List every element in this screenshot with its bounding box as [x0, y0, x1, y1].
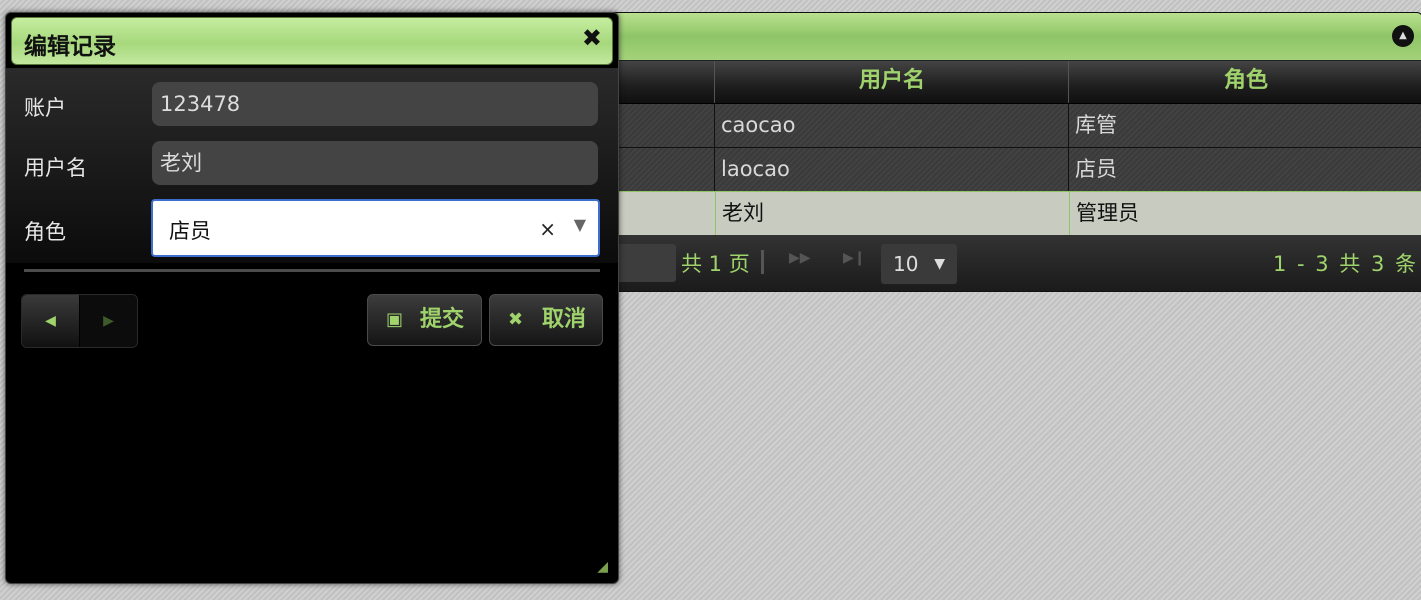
- role-select-value: 店员: [169, 219, 211, 243]
- save-icon: ▣: [386, 309, 404, 330]
- cell-username: laocao: [714, 148, 1068, 191]
- role-select[interactable]: 店员 × ▼: [151, 199, 600, 257]
- dialog-title: 编辑记录: [24, 34, 116, 60]
- cell-role: 店员: [1068, 148, 1421, 191]
- dialog-titlebar[interactable]: 编辑记录 ✖: [11, 17, 613, 65]
- role-label: 角色: [24, 220, 66, 244]
- chevron-down-icon: ▼: [934, 256, 945, 272]
- chevron-down-icon[interactable]: ▼: [574, 215, 586, 234]
- cancel-button[interactable]: ✖ 取消: [489, 294, 603, 346]
- submit-label: 提交: [420, 307, 465, 332]
- account-field[interactable]: 123478: [152, 82, 598, 126]
- cell-role: 库管: [1068, 104, 1421, 147]
- close-icon[interactable]: ✖: [582, 24, 602, 52]
- divider: [24, 269, 600, 272]
- clear-icon[interactable]: ×: [539, 217, 556, 241]
- last-page-icon[interactable]: ▶❙: [843, 250, 866, 266]
- next-record-button[interactable]: ▶: [80, 295, 137, 347]
- cell-role: 管理员: [1069, 192, 1421, 235]
- cell-username: 老刘: [715, 192, 1069, 235]
- edit-record-dialog: 编辑记录 ✖ 账户 123478 用户名 老刘 角色 店员 × ▼ ◀ ▶ ▣ …: [5, 12, 619, 584]
- account-label: 账户: [24, 96, 66, 120]
- rows-per-page-select[interactable]: 10 ▼: [881, 244, 957, 284]
- next-page-icon[interactable]: ▶▶: [789, 250, 811, 266]
- total-pages: 共 1 页: [681, 252, 750, 276]
- username-label: 用户名: [24, 156, 87, 180]
- header-role[interactable]: 角色: [1068, 61, 1421, 103]
- prev-record-button[interactable]: ◀: [22, 295, 80, 347]
- arrow-right-icon: ▶: [103, 313, 114, 329]
- cell-username: caocao: [714, 104, 1068, 147]
- arrow-left-icon: ◀: [45, 313, 56, 329]
- username-field[interactable]: 老刘: [152, 141, 598, 185]
- close-icon: ✖: [508, 309, 524, 330]
- resize-grip-icon[interactable]: ◢: [597, 559, 608, 575]
- record-info: 1 - 3 共 3 条: [1272, 252, 1416, 276]
- pager-separator: [761, 250, 764, 274]
- header-username[interactable]: 用户名: [714, 61, 1069, 103]
- submit-button[interactable]: ▣ 提交: [367, 294, 482, 346]
- record-nav: ◀ ▶: [21, 294, 138, 348]
- page-number-input[interactable]: [616, 244, 676, 282]
- cancel-label: 取消: [542, 307, 587, 332]
- rows-per-page-value: 10: [893, 252, 919, 276]
- collapse-up-icon[interactable]: ▲: [1392, 25, 1414, 47]
